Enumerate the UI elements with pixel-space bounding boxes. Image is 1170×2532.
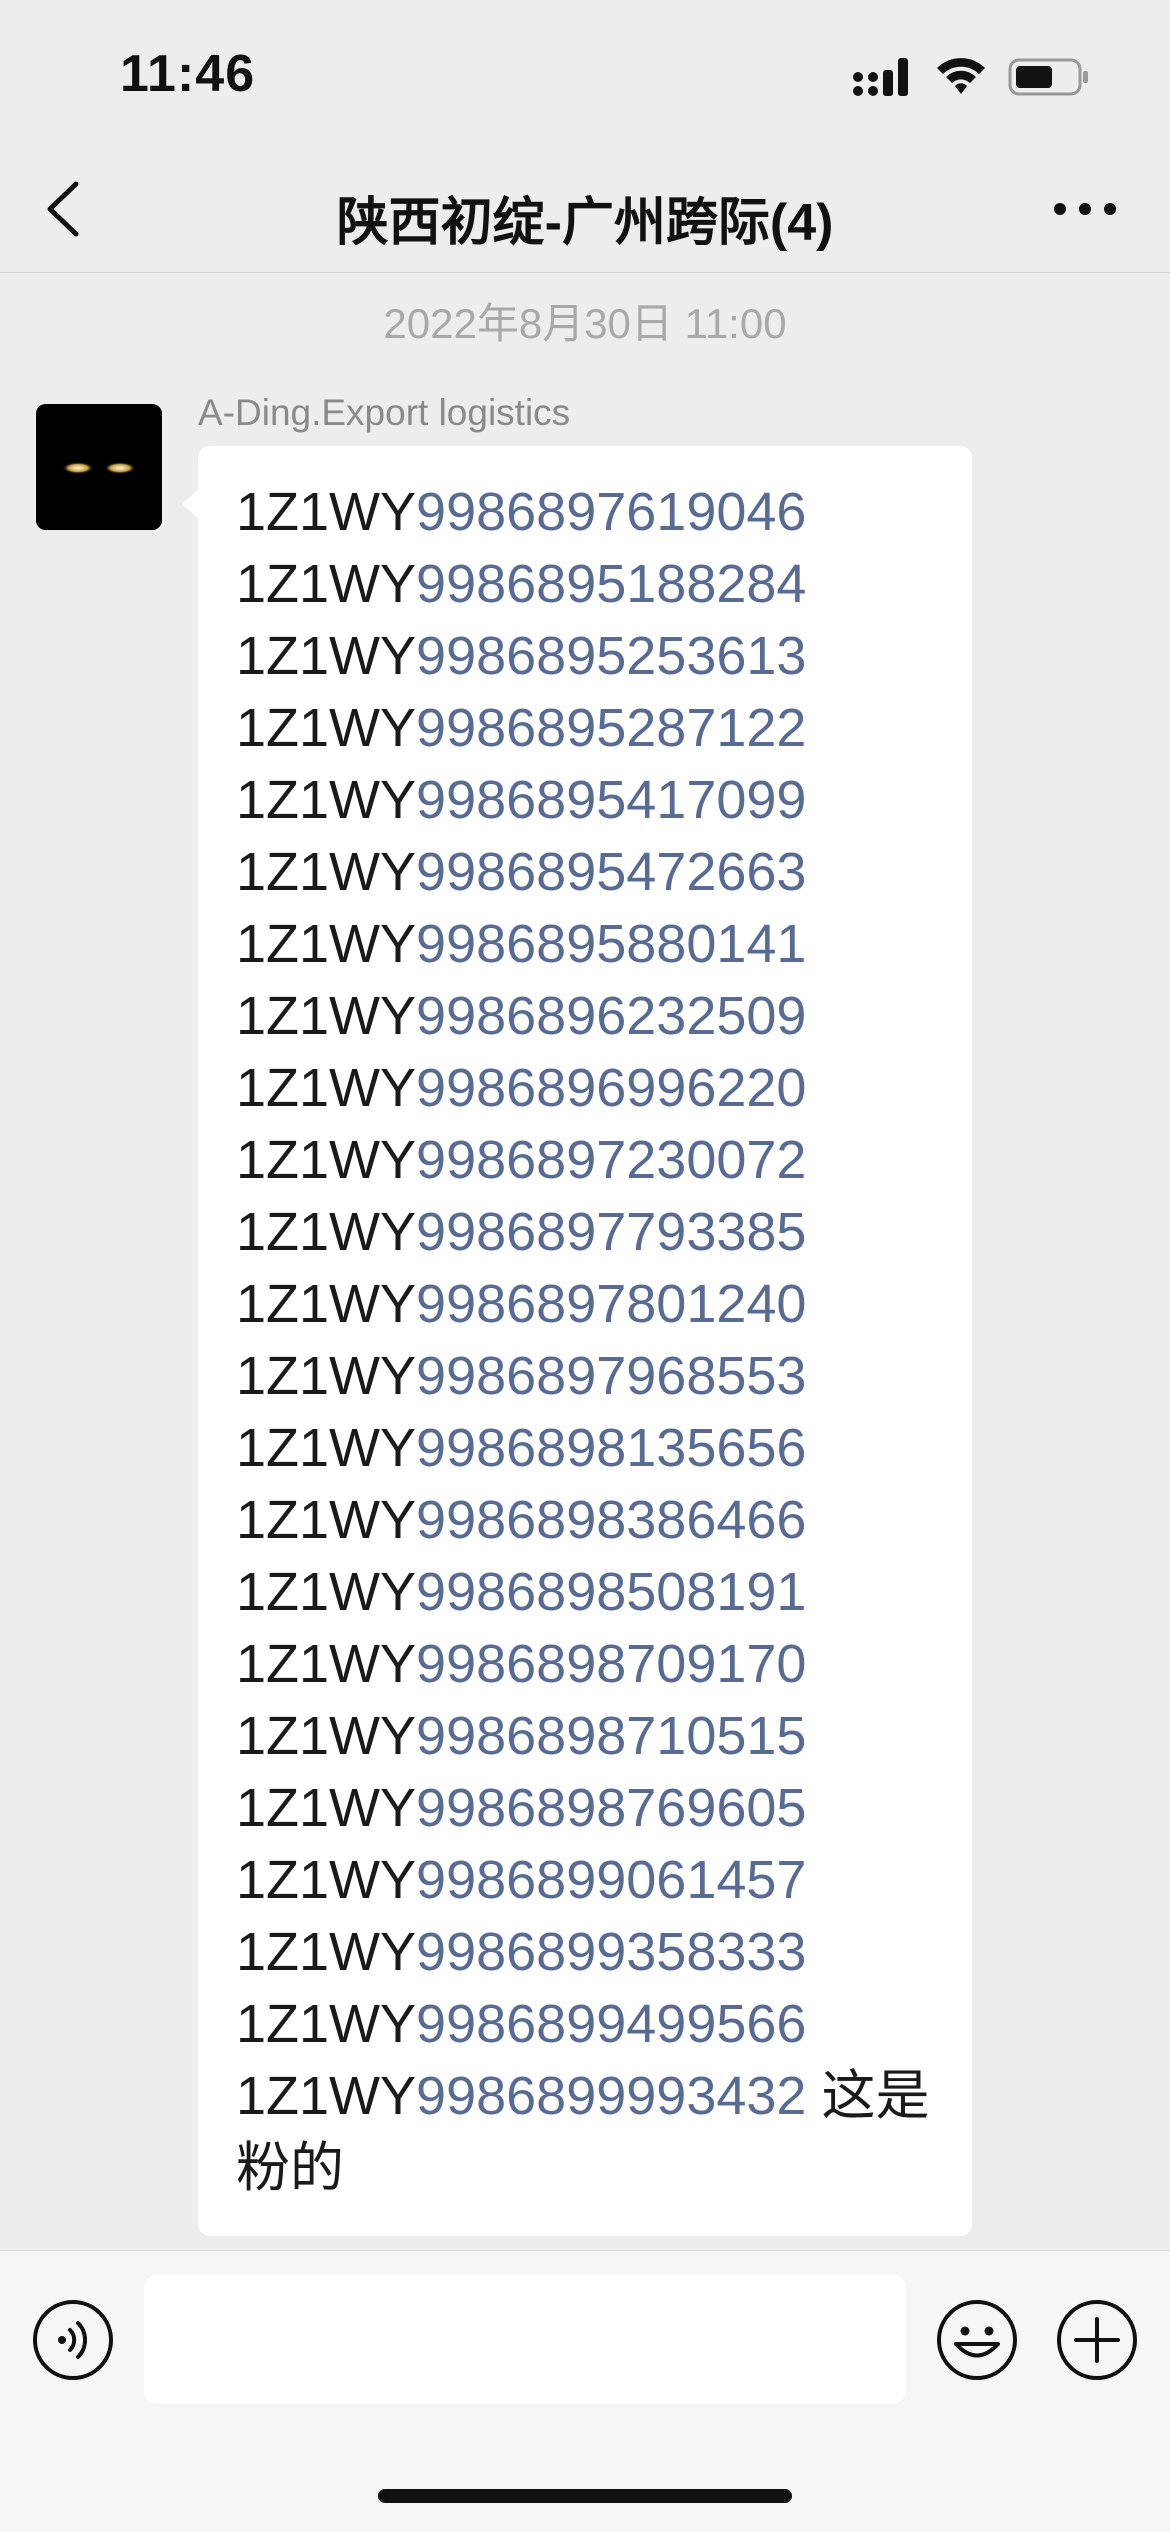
tracking-number-link[interactable]: 9986898769605 bbox=[416, 1778, 806, 1838]
tracking-number-link[interactable]: 9986899061457 bbox=[416, 1850, 806, 1910]
tracking-number-link[interactable]: 9986898386466 bbox=[416, 1490, 806, 1550]
message-line: 1Z1WY9986895472663 bbox=[236, 836, 940, 908]
tracking-number-link[interactable]: 9986899993432 bbox=[416, 2066, 806, 2126]
message-line: 1Z1WY9986898386466 bbox=[236, 1484, 940, 1556]
tracking-number-link[interactable]: 9986898508191 bbox=[416, 1562, 806, 1622]
tracking-prefix: 1Z1WY bbox=[236, 842, 417, 902]
more-icon[interactable] bbox=[1050, 194, 1120, 224]
message-line: 1Z1WY9986898769605 bbox=[236, 1772, 940, 1844]
message-line: 1Z1WY9986896232509 bbox=[236, 980, 940, 1052]
tracking-prefix: 1Z1WY bbox=[236, 2066, 417, 2126]
tracking-prefix: 1Z1WY bbox=[236, 1706, 417, 1766]
tracking-prefix: 1Z1WY bbox=[236, 914, 417, 974]
tracking-number-link[interactable]: 9986898710515 bbox=[416, 1706, 806, 1766]
tracking-prefix: 1Z1WY bbox=[236, 1562, 417, 1622]
signal-icon bbox=[853, 58, 908, 96]
voice-icon[interactable] bbox=[32, 2299, 114, 2381]
sender-name: A-Ding.Export logistics bbox=[198, 392, 571, 433]
tracking-number-link[interactable]: 9986899358333 bbox=[416, 1922, 806, 1982]
avatar[interactable] bbox=[36, 404, 162, 530]
tracking-prefix: 1Z1WY bbox=[236, 986, 417, 1046]
message-line: 1Z1WY9986895417099 bbox=[236, 764, 940, 836]
tracking-number-link[interactable]: 9986897801240 bbox=[416, 1274, 806, 1334]
tracking-prefix: 1Z1WY bbox=[236, 1274, 417, 1334]
message-bubble[interactable]: 1Z1WY9986897619046 1Z1WY9986895188284 1Z1W… bbox=[182, 446, 972, 2236]
tracking-prefix: 1Z1WY bbox=[236, 1202, 417, 1262]
message-line: 1Z1WY9986898709170 bbox=[236, 1628, 940, 1700]
wifi-icon bbox=[937, 58, 985, 94]
tracking-prefix: 1Z1WY bbox=[236, 626, 417, 686]
chat-screen: 11:46 陕西初绽-广州跨际(4) 2022年8月30日 11:00 A-Di… bbox=[0, 0, 1170, 2532]
message-line: 1Z1WY9986899499566 bbox=[236, 1988, 940, 2060]
message-line: 1Z1WY9986896996220 bbox=[236, 1052, 940, 1124]
tracking-number-link[interactable]: 9986897968553 bbox=[416, 1346, 806, 1406]
message-line: 1Z1WY9986897230072 bbox=[236, 1124, 940, 1196]
tracking-prefix: 1Z1WY bbox=[236, 554, 417, 614]
tracking-prefix: 1Z1WY bbox=[236, 1418, 417, 1478]
tracking-number-link[interactable]: 9986898709170 bbox=[416, 1634, 806, 1694]
tracking-prefix: 1Z1WY bbox=[236, 1490, 417, 1550]
tracking-prefix: 1Z1WY bbox=[236, 1346, 417, 1406]
tracking-number-link[interactable]: 9986896996220 bbox=[416, 1058, 806, 1118]
status-time: 11:46 bbox=[120, 45, 256, 103]
tracking-number-link[interactable]: 9986897230072 bbox=[416, 1130, 806, 1190]
message-line: 1Z1WY9986898508191 bbox=[236, 1556, 940, 1628]
tracking-prefix: 1Z1WY bbox=[236, 1058, 417, 1118]
message-line: 1Z1WY9986895880141 bbox=[236, 908, 940, 980]
message-input[interactable] bbox=[144, 2275, 906, 2403]
tracking-prefix: 1Z1WY bbox=[236, 482, 417, 542]
tracking-prefix: 1Z1WY bbox=[236, 770, 417, 830]
tracking-prefix: 1Z1WY bbox=[236, 698, 417, 758]
emoji-icon[interactable] bbox=[936, 2299, 1018, 2381]
battery-icon bbox=[1008, 58, 1088, 96]
message-line: 1Z1WY9986899061457 bbox=[236, 1844, 940, 1916]
tracking-number-link[interactable]: 9986895188284 bbox=[416, 554, 806, 614]
tracking-prefix: 1Z1WY bbox=[236, 1634, 417, 1694]
back-icon[interactable] bbox=[40, 176, 90, 242]
status-bar: 11:46 bbox=[0, 0, 1170, 150]
message-timestamp: 2022年8月30日 11:00 bbox=[383, 300, 787, 347]
nav-bar: 陕西初绽-广州跨际(4) bbox=[0, 150, 1170, 273]
tracking-number-link[interactable]: 9986897793385 bbox=[416, 1202, 806, 1262]
tracking-number-link[interactable]: 9986898135656 bbox=[416, 1418, 806, 1478]
tracking-number-link[interactable]: 9986895287122 bbox=[416, 698, 806, 758]
message-line: 1Z1WY9986897968553 bbox=[236, 1340, 940, 1412]
tracking-number-link[interactable]: 9986896232509 bbox=[416, 986, 806, 1046]
message-line: 1Z1WY9986897801240 bbox=[236, 1268, 940, 1340]
avatar-image bbox=[36, 404, 162, 530]
message-line: 1Z1WY9986895188284 bbox=[236, 548, 940, 620]
message-line: 1Z1WY9986895253613 bbox=[236, 620, 940, 692]
tracking-prefix: 1Z1WY bbox=[236, 1130, 417, 1190]
plus-icon[interactable] bbox=[1056, 2299, 1138, 2381]
message-line: 1Z1WY9986895287122 bbox=[236, 692, 940, 764]
tracking-number-link[interactable]: 9986899499566 bbox=[416, 1994, 806, 2054]
tracking-number-link[interactable]: 9986895253613 bbox=[416, 626, 806, 686]
tracking-number-link[interactable]: 9986897619046 bbox=[416, 482, 806, 542]
message-line: 1Z1WY9986899993432 这是粉的 bbox=[236, 2060, 940, 2204]
tracking-number-link[interactable]: 9986895472663 bbox=[416, 842, 806, 902]
home-indicator bbox=[378, 2489, 792, 2503]
message-line: 1Z1WY9986897619046 bbox=[236, 476, 940, 548]
tracking-prefix: 1Z1WY bbox=[236, 1850, 417, 1910]
tracking-number-link[interactable]: 9986895880141 bbox=[416, 914, 806, 974]
tracking-number-link[interactable]: 9986895417099 bbox=[416, 770, 806, 830]
message-line: 1Z1WY9986899358333 bbox=[236, 1916, 940, 1988]
tracking-prefix: 1Z1WY bbox=[236, 1778, 417, 1838]
message-line: 1Z1WY9986898710515 bbox=[236, 1700, 940, 1772]
chat-title: 陕西初绽-广州跨际(4) bbox=[336, 194, 834, 252]
message-line: 1Z1WY9986898135656 bbox=[236, 1412, 940, 1484]
tracking-prefix: 1Z1WY bbox=[236, 1922, 417, 1982]
tracking-prefix: 1Z1WY bbox=[236, 1994, 417, 2054]
message-line: 1Z1WY9986897793385 bbox=[236, 1196, 940, 1268]
